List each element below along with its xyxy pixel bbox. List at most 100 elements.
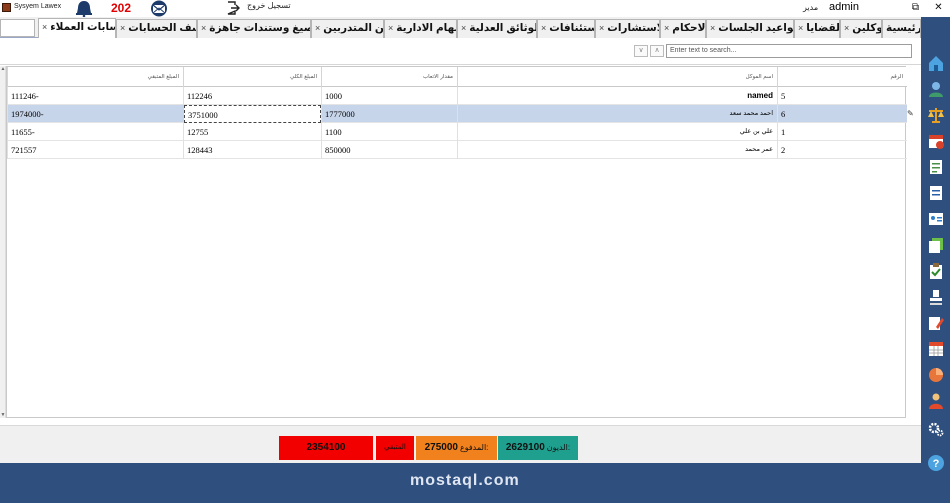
calendar-icon[interactable]: [927, 132, 945, 150]
tab-appeals[interactable]: ×الاستئنافات: [537, 19, 595, 38]
column-header-total[interactable]: المبلغ الكلي: [183, 67, 321, 87]
scale-icon[interactable]: [927, 106, 945, 124]
bell-icon[interactable]: [72, 0, 96, 17]
window-controls: ⧉ ✕: [904, 0, 950, 17]
cell-total[interactable]: 12755: [183, 123, 321, 141]
tab-rulings[interactable]: × الاحكام: [660, 19, 706, 38]
tab-admin-tasks[interactable]: ×المهام الادارية: [384, 19, 457, 38]
settings-icon[interactable]: [927, 420, 945, 438]
tab-label: مواعيد الجلسات: [718, 22, 794, 34]
cell-client-name[interactable]: named: [457, 87, 777, 105]
tab-session-dates[interactable]: × مواعيد الجلسات: [706, 19, 794, 38]
cell-fee[interactable]: 1000: [321, 87, 457, 105]
tab-client-accounts[interactable]: ×حسابات العملاء: [38, 18, 116, 39]
cell-client-name[interactable]: احمد محمد سعد: [457, 105, 777, 123]
debts-value: 2629100: [505, 442, 545, 453]
copy-icon[interactable]: [927, 236, 945, 254]
tab-close-icon[interactable]: ×: [599, 23, 604, 33]
cell-id[interactable]: 2: [777, 141, 907, 159]
lawyer-icon[interactable]: [927, 392, 945, 410]
document-check-icon[interactable]: [927, 158, 945, 176]
tab-close-icon[interactable]: ×: [201, 23, 206, 33]
tab-close-icon[interactable]: ×: [315, 23, 320, 33]
cell-id[interactable]: 1: [777, 123, 907, 141]
grid-header: المبلغ المتبقي المبلغ الكلي مقدار الاتعا…: [7, 67, 907, 87]
paid-box: 275000 المدفوع:: [416, 436, 497, 460]
paid-value: 275000: [424, 442, 458, 453]
logout-icon[interactable]: [226, 1, 240, 15]
column-header-remaining[interactable]: المبلغ المتبقي: [7, 67, 183, 87]
debts-label: الديون:: [546, 443, 571, 452]
tab-home[interactable]: الرئيسية: [882, 19, 921, 38]
table-row[interactable]: 11655- 12755 1100 علي بن علي 1: [7, 123, 907, 141]
tab-close-icon[interactable]: ×: [120, 23, 125, 33]
tab-label: المحامين المتدربين: [323, 22, 384, 34]
tab-close-icon[interactable]: ×: [798, 23, 803, 33]
cell-id[interactable]: 6: [777, 105, 907, 123]
table-row[interactable]: 111246- 112246 1000 named 5: [7, 87, 907, 105]
tab-close-icon[interactable]: ×: [541, 23, 546, 33]
tab-close-icon[interactable]: ×: [42, 22, 47, 32]
search-input[interactable]: Enter text to search...: [666, 44, 912, 58]
stamp-icon[interactable]: [927, 288, 945, 306]
tab-label: القضايا: [806, 22, 840, 34]
logout-button[interactable]: تسجيل خروج: [247, 1, 291, 10]
chevron-down-icon[interactable]: ∨: [634, 45, 648, 57]
tab-label: الرئيسية: [886, 22, 920, 34]
username: admin: [829, 1, 859, 13]
tab-ready-forms[interactable]: × صيغ وستندات جاهزة: [197, 19, 311, 38]
help-icon[interactable]: ?: [927, 454, 945, 472]
chart-icon[interactable]: [927, 366, 945, 384]
cell-client-name[interactable]: علي بن علي: [457, 123, 777, 141]
user-icon[interactable]: [927, 80, 945, 98]
tab-close-icon[interactable]: ×: [710, 23, 715, 33]
tab-close-icon[interactable]: ×: [844, 23, 849, 33]
cell-fee[interactable]: 1100: [321, 123, 457, 141]
cell-remaining[interactable]: 721557: [7, 141, 183, 159]
cell-fee[interactable]: 850000: [321, 141, 457, 159]
tab-label: كشف الحسابات: [128, 22, 196, 34]
cell-total-focused[interactable]: 3751000: [184, 105, 321, 123]
cell-remaining[interactable]: 11655-: [7, 123, 183, 141]
tab-trainee-lawyers[interactable]: ×المحامين المتدربين: [311, 19, 384, 38]
document-icon[interactable]: [927, 184, 945, 202]
spreadsheet-icon[interactable]: [927, 340, 945, 358]
column-header-client-name[interactable]: اسم الموكل: [457, 67, 777, 87]
cell-id[interactable]: 5: [777, 87, 907, 105]
clipboard-icon[interactable]: [927, 262, 945, 280]
paid-label: المدفوع:: [459, 443, 489, 452]
tab-cases[interactable]: × القضايا: [794, 19, 840, 38]
tab-consultations[interactable]: ×الاستشارات: [595, 19, 660, 38]
column-header-id[interactable]: الرقم: [777, 67, 907, 87]
tab-label: الاحكام: [672, 22, 706, 34]
watermark: mostaql.com: [410, 472, 520, 489]
tab-judicial-documents[interactable]: × الوثائق العدلية: [457, 19, 537, 38]
cell-remaining[interactable]: 1974000-: [7, 105, 183, 123]
edit-icon[interactable]: [927, 314, 945, 332]
cell-fee[interactable]: 1777000: [321, 105, 457, 123]
contacts-icon[interactable]: [927, 210, 945, 228]
home-icon[interactable]: [927, 54, 945, 72]
app-name: Sysyem Lawex: [14, 3, 62, 10]
notification-count: 202: [111, 1, 132, 15]
table-row-selected[interactable]: 1974000- 3751000 1777000 احمد محمد سعد 6: [7, 105, 907, 123]
tab-close-icon[interactable]: ×: [461, 23, 466, 33]
tab-close-icon[interactable]: ×: [664, 23, 669, 33]
restore-window-button[interactable]: ⧉: [904, 0, 927, 17]
tab-close-icon[interactable]: ×: [388, 23, 393, 33]
cell-total[interactable]: 128443: [183, 141, 321, 159]
cell-total[interactable]: 112246: [183, 87, 321, 105]
column-header-fee[interactable]: مقدار الاتعاب: [321, 67, 457, 87]
tab-bar: ×حسابات العملاء ×كشف الحسابات ×صيغ وستند…: [0, 17, 921, 39]
tab-label: الموكلين: [852, 22, 881, 34]
close-window-button[interactable]: ✕: [927, 0, 950, 17]
cell-client-name[interactable]: عمر محمد: [457, 141, 777, 159]
tab-account-statement[interactable]: ×كشف الحسابات: [116, 19, 197, 38]
table-row[interactable]: 721557 128443 850000 عمر محمد 2: [7, 141, 907, 159]
mail-icon[interactable]: [148, 0, 170, 17]
chevron-up-icon[interactable]: ∧: [650, 45, 664, 57]
app-window: Sysyem Lawex 202 تسجيل خروج مدير admin ⧉…: [0, 0, 950, 503]
right-sidebar: ?: [921, 17, 950, 503]
cell-remaining[interactable]: 111246-: [7, 87, 183, 105]
tab-clients[interactable]: ×الموكلين: [840, 19, 882, 38]
